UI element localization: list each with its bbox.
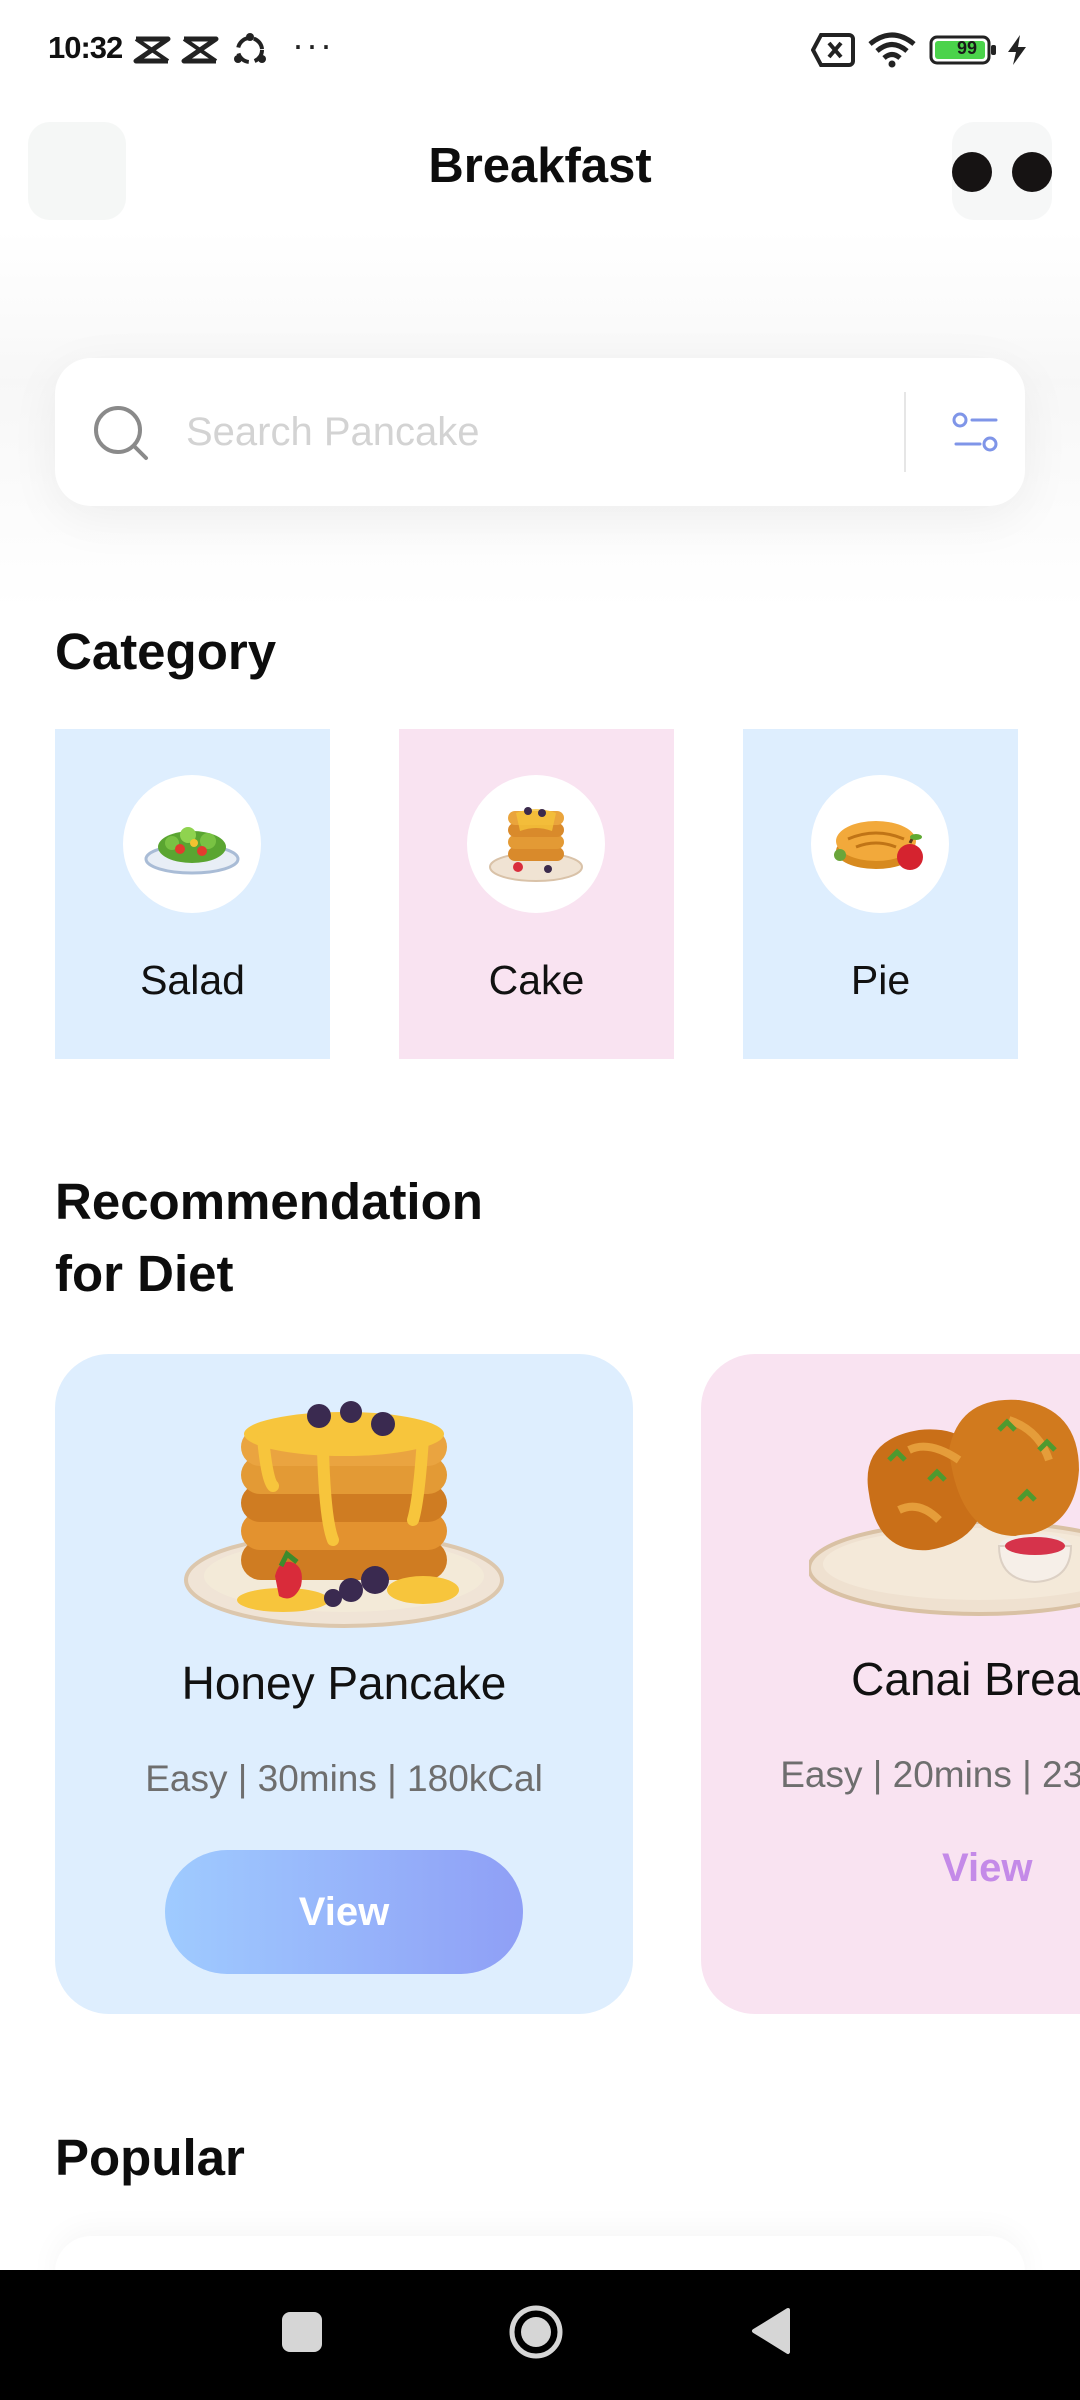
category-image-holder <box>811 775 949 913</box>
view-button[interactable]: View <box>942 1846 1032 1891</box>
capcut-icon <box>132 32 172 68</box>
popular-title: Popular <box>55 2129 245 2186</box>
page-title: Breakfast <box>428 139 652 193</box>
sim-off-icon <box>810 32 856 68</box>
home-button[interactable] <box>508 2304 564 2360</box>
recent-apps-button[interactable] <box>282 2312 322 2352</box>
more-notifications-icon: ··· <box>292 24 334 65</box>
category-card-cake[interactable]: Cake <box>399 729 674 1059</box>
recipe-title: Honey Pancake <box>181 1657 507 1709</box>
category-card-pie[interactable]: Pie <box>743 729 1018 1059</box>
capcut-icon <box>180 32 220 68</box>
recommendation-title-line1: Recommendation <box>55 1173 483 1230</box>
category-label: Cake <box>488 957 585 1003</box>
category-label: Pie <box>850 957 911 1003</box>
sync-icon <box>230 32 270 68</box>
filter-icon[interactable] <box>952 410 1000 454</box>
recipe-meta: Easy | 30mins | 180kCal <box>145 1758 543 1799</box>
search-divider <box>904 392 906 472</box>
recommendation-title-line2: for Diet <box>55 1245 234 1302</box>
honey-pancake-image <box>184 1401 504 1628</box>
canai-bread-image <box>809 1399 1080 1616</box>
battery-level: 99 <box>956 38 978 58</box>
pie-icon <box>834 821 923 870</box>
pancake-icon <box>489 807 583 882</box>
category-card-salad[interactable]: Salad <box>55 729 330 1059</box>
charging-icon <box>1004 32 1030 68</box>
category-title: Category <box>55 623 277 680</box>
recommendation-card-canai-bread[interactable]: Canai Bread Easy | 20mins | 230kCal View <box>701 1354 1080 2014</box>
category-label: Salad <box>140 957 245 1003</box>
back-nav-button[interactable] <box>748 2306 792 2356</box>
search-input[interactable] <box>186 400 876 464</box>
recipe-title: Canai Bread <box>851 1653 1080 1705</box>
recommendation-card-honey-pancake[interactable]: Honey Pancake Easy | 30mins | 180kCal Vi… <box>55 1354 633 2014</box>
view-button[interactable]: View <box>165 1850 523 1974</box>
search-icon <box>92 404 150 462</box>
more-options-button[interactable] <box>952 122 1052 220</box>
salad-icon <box>144 827 240 875</box>
status-time: 10:32 <box>48 30 123 65</box>
status-bar: 10:32 ··· 99 <box>0 0 1080 100</box>
category-image-holder <box>467 775 605 913</box>
menu-dot-icon <box>1012 152 1052 192</box>
recipe-meta: Easy | 20mins | 230kCal <box>780 1754 1080 1795</box>
wifi-icon <box>866 32 918 68</box>
menu-dot-icon <box>952 152 992 192</box>
category-image-holder <box>123 775 261 913</box>
